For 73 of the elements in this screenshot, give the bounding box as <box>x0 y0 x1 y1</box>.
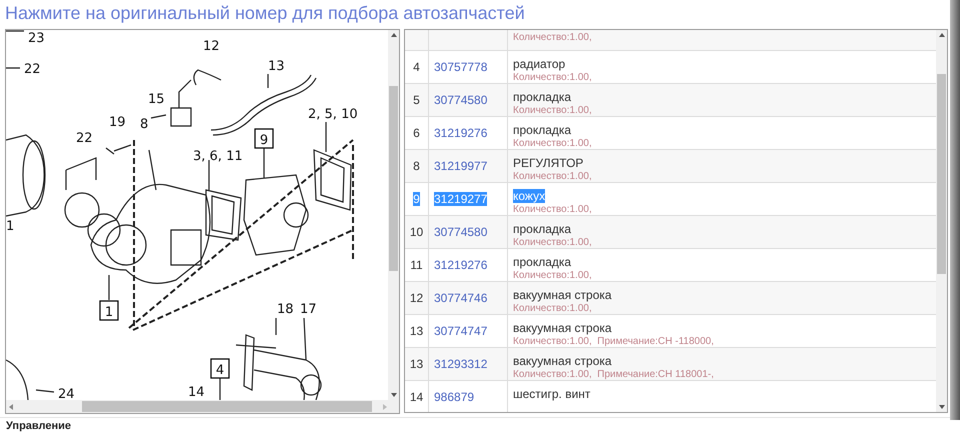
section-heading: Управление <box>0 417 960 433</box>
part-details: Количество:1.00, <box>513 71 593 85</box>
part-name: шестигр. винт <box>513 387 590 401</box>
part-details: Количество:1.00, <box>513 236 593 250</box>
callout-label: 3, 6, 11 <box>193 149 243 164</box>
table-row[interactable]: 13 31293312 вакуумная строка Количество:1.00, Примечание:CH 118001-, <box>405 348 936 381</box>
part-details: Количество:1.00, Примечание:CH -118000, <box>513 335 715 349</box>
callout-label: 12 <box>203 39 220 54</box>
part-number-link[interactable]: 30774747 <box>434 324 488 338</box>
row-number: 13 <box>410 324 424 338</box>
callout-label: 17 <box>300 302 317 317</box>
callout-label: 9 <box>254 128 274 149</box>
callout-label: 2, 5, 10 <box>308 107 358 122</box>
row-number: 14 <box>410 390 424 404</box>
row-number: 8 <box>413 159 420 173</box>
row-number: 4 <box>413 60 420 74</box>
callout-label: 24 <box>58 387 75 400</box>
part-details: Количество:1.00, <box>513 203 593 217</box>
callout-label: 8 <box>140 117 148 132</box>
part-name: прокладка <box>513 90 572 104</box>
part-number-link[interactable]: 31219276 <box>434 126 488 140</box>
part-number-link[interactable]: 30774580 <box>434 225 488 239</box>
part-details: Количество:1.00, <box>513 104 593 118</box>
callout-label: 1 <box>6 219 14 234</box>
table-row[interactable]: 10 30774580 прокладка Количество:1.00, <box>405 216 936 249</box>
part-number-link[interactable]: 31219977 <box>434 159 488 173</box>
part-details: Количество:1.00, <box>513 269 593 283</box>
part-name: вакуумная строка <box>513 354 612 368</box>
part-number-link[interactable]: 31219277 <box>434 192 488 206</box>
row-number: 9 <box>413 192 420 206</box>
callout-label: 4 <box>210 358 230 379</box>
callout-label: 1 <box>99 300 119 321</box>
callout-label: 23 <box>28 31 45 46</box>
table-row[interactable]: 8 31219977 РЕГУЛЯТОР Количество:1.00, <box>405 150 936 183</box>
callout-label: 18 <box>277 302 294 317</box>
part-number-link[interactable]: 986879 <box>434 390 474 404</box>
horizontal-scrollbar[interactable] <box>6 400 399 413</box>
part-details: Количество:1.00, <box>513 31 593 45</box>
callout-label: 22 <box>76 131 93 146</box>
row-number: 6 <box>413 126 420 140</box>
part-name: вакуумная строка <box>513 321 612 335</box>
part-details: Количество:1.00, <box>513 137 593 151</box>
row-number: 12 <box>410 291 424 305</box>
vertical-scrollbar[interactable] <box>388 30 399 400</box>
table-row[interactable]: Количество:1.00, <box>405 30 936 51</box>
row-number: 5 <box>413 93 420 107</box>
table-row[interactable]: 5 30774580 прокладка Количество:1.00, <box>405 84 936 117</box>
part-name: кожух <box>513 189 546 203</box>
callout-label: 15 <box>148 92 165 107</box>
callout-label: 14 <box>188 385 205 400</box>
part-name: РЕГУЛЯТОР <box>513 156 584 170</box>
row-number: 11 <box>410 258 423 272</box>
table-row[interactable]: 12 30774746 вакуумная строка Количество:1.00, <box>405 282 936 315</box>
callout-label: 22 <box>24 62 41 77</box>
row-number: 10 <box>410 225 424 239</box>
part-name: радиатор <box>513 57 566 71</box>
part-name: прокладка <box>513 222 572 236</box>
page-title: Нажмите на оригинальный номер для подбора автозапчастей <box>4 2 526 24</box>
part-name: прокладка <box>513 123 572 137</box>
part-details: Количество:1.00, <box>513 170 593 184</box>
part-name: прокладка <box>513 255 572 269</box>
part-number-link[interactable]: 30774580 <box>434 93 488 107</box>
part-number-link[interactable]: 31219276 <box>434 258 488 272</box>
callout-label: 19 <box>109 115 126 130</box>
part-details: Количество:1.00, <box>513 302 593 316</box>
callout-label: 13 <box>268 59 285 74</box>
part-number-link[interactable]: 30774746 <box>434 291 488 305</box>
part-number-link[interactable]: 31293312 <box>434 357 488 371</box>
row-number: 13 <box>410 357 424 371</box>
part-name: вакуумная строка <box>513 288 612 302</box>
vertical-scrollbar[interactable] <box>936 30 947 412</box>
part-number-link[interactable]: 30757778 <box>434 60 488 74</box>
part-details: Количество:1.00, Примечание:CH 118001-, <box>513 368 715 382</box>
